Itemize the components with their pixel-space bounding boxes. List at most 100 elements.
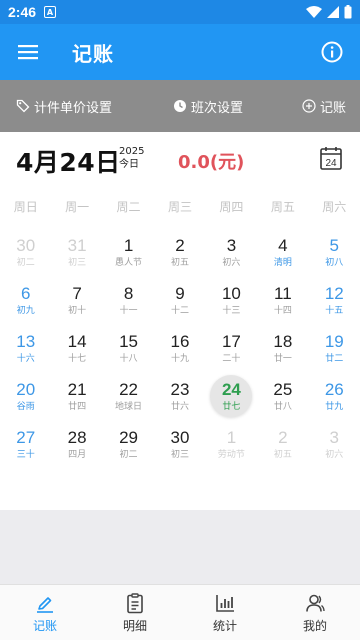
calendar-day[interactable]: 14 十七 — [51, 324, 102, 372]
lunar-label: 地球日 — [115, 401, 143, 412]
calendar-day[interactable]: 11 十四 — [257, 276, 308, 324]
calendar-day[interactable]: 1 愚人节 — [103, 228, 154, 276]
lunar-label: 十四 — [273, 305, 292, 316]
calendar-day[interactable]: 27 三十 — [0, 420, 51, 468]
date-header: 4月24日 2025 今日 0.0(元) 24 — [0, 132, 360, 184]
calendar-day[interactable]: 2 初五 — [154, 228, 205, 276]
menu-button[interactable] — [0, 24, 56, 80]
calendar-day[interactable]: 25 廿八 — [257, 372, 308, 420]
lunar-label: 初六 — [222, 257, 241, 268]
calendar-day[interactable]: 30 初三 — [154, 420, 205, 468]
day-number: 11 — [274, 283, 292, 303]
lunar-label: 谷雨 — [16, 401, 35, 412]
shift-settings-label: 班次设置 — [191, 100, 244, 116]
user-icon — [306, 594, 325, 612]
lunar-label: 初六 — [325, 449, 344, 460]
day-number: 17 — [221, 331, 241, 351]
lunar-label: 初二 — [16, 257, 35, 268]
calendar-day[interactable]: 1 劳动节 — [206, 420, 257, 468]
tag-icon — [16, 99, 30, 113]
lunar-label: 愚人节 — [115, 257, 143, 268]
day-number: 22 — [119, 379, 139, 399]
record-label: 记账 — [319, 100, 346, 116]
record-button[interactable]: 记账 — [302, 80, 346, 132]
day-number: 2 — [175, 235, 185, 255]
lunar-label: 廿一 — [273, 353, 292, 364]
calendar-day-today[interactable]: 24 廿七 — [206, 372, 257, 420]
day-number: 15 — [119, 331, 139, 351]
pen-icon — [37, 596, 53, 613]
calendar-day[interactable]: 21 廿四 — [51, 372, 102, 420]
day-number: 28 — [67, 427, 87, 447]
calendar-day[interactable]: 6 初九 — [0, 276, 51, 324]
nav-tab-stats[interactable]: 统计 — [180, 585, 270, 640]
lunar-label: 初三 — [68, 257, 87, 268]
calendar-day[interactable]: 18 廿一 — [257, 324, 308, 372]
calendar-day[interactable]: 17 二十 — [206, 324, 257, 372]
calendar-today-icon[interactable]: 24 — [320, 146, 342, 170]
day-number: 5 — [329, 235, 339, 255]
weekday-label: 周二 — [116, 199, 141, 214]
calendar-day[interactable]: 8 十一 — [103, 276, 154, 324]
day-number: 12 — [324, 283, 344, 303]
day-number: 31 — [67, 235, 87, 255]
calendar-day[interactable]: 29 初二 — [103, 420, 154, 468]
nav-tab-profile[interactable]: 我的 — [270, 585, 360, 640]
lunar-label: 初二 — [119, 449, 138, 460]
lunar-label: 廿九 — [325, 401, 344, 412]
calendar-day[interactable]: 20 谷雨 — [0, 372, 51, 420]
calendar-day[interactable]: 19 廿二 — [309, 324, 360, 372]
nav-label-details: 明细 — [122, 618, 147, 633]
status-icons — [306, 5, 352, 19]
lunar-label: 廿四 — [68, 401, 87, 412]
piece-price-label: 计件单价设置 — [34, 100, 113, 116]
day-number: 30 — [16, 235, 36, 255]
info-button[interactable] — [304, 24, 360, 80]
calendar-day[interactable]: 3 初六 — [309, 420, 360, 468]
day-number: 4 — [278, 235, 288, 255]
calendar-day[interactable]: 5 初八 — [309, 228, 360, 276]
shift-settings-button[interactable]: 班次设置 — [173, 80, 243, 132]
status-time: 2:46 — [8, 4, 37, 20]
lunar-label: 十九 — [170, 353, 189, 364]
calendar-day-number: 24 — [325, 158, 337, 169]
nav-tab-details[interactable]: 明细 — [90, 585, 180, 640]
day-number: 3 — [226, 235, 237, 255]
signal-icon — [327, 6, 339, 18]
day-number: 29 — [119, 427, 139, 447]
lunar-label: 初五 — [170, 257, 189, 268]
nav-tab-record[interactable]: 记账 — [0, 585, 90, 640]
calendar-day[interactable]: 15 十八 — [103, 324, 154, 372]
piece-price-settings-button[interactable]: 计件单价设置 — [16, 80, 112, 132]
calendar-day[interactable]: 7 初十 — [51, 276, 102, 324]
calendar-day[interactable]: 28 四月 — [51, 420, 102, 468]
clipboard-icon — [127, 592, 143, 613]
lunar-label: 十三 — [222, 305, 241, 316]
calendar-day[interactable]: 13 十六 — [0, 324, 51, 372]
calendar-day[interactable]: 23 廿六 — [154, 372, 205, 420]
day-number: 2 — [278, 427, 288, 447]
day-number: 6 — [20, 283, 31, 303]
calendar-day[interactable]: 12 十五 — [309, 276, 360, 324]
calendar-day[interactable]: 3 初六 — [206, 228, 257, 276]
calendar-day[interactable]: 10 十三 — [206, 276, 257, 324]
calendar-day[interactable]: 2 初五 — [257, 420, 308, 468]
weekday-label: 周一 — [65, 199, 90, 214]
lunar-label: 初九 — [16, 305, 35, 316]
app-title: 记账 — [72, 41, 114, 66]
lunar-label: 初三 — [170, 449, 189, 460]
lunar-label: 初八 — [325, 257, 344, 268]
lunar-label: 初五 — [273, 449, 292, 460]
day-number: 20 — [16, 379, 36, 399]
day-number: 3 — [329, 427, 339, 447]
calendar-day[interactable]: 16 十九 — [154, 324, 205, 372]
calendar-day[interactable]: 9 十二 — [154, 276, 205, 324]
notification-a-icon: A — [44, 6, 57, 18]
calendar-day[interactable]: 26 廿九 — [309, 372, 360, 420]
calendar-day[interactable]: 30 初二 — [0, 228, 51, 276]
calendar-day[interactable]: 22 地球日 — [103, 372, 154, 420]
day-number: 21 — [67, 379, 87, 399]
calendar-day[interactable]: 4 清明 — [257, 228, 308, 276]
calendar-day[interactable]: 31 初三 — [51, 228, 102, 276]
lunar-label: 十八 — [119, 353, 138, 364]
